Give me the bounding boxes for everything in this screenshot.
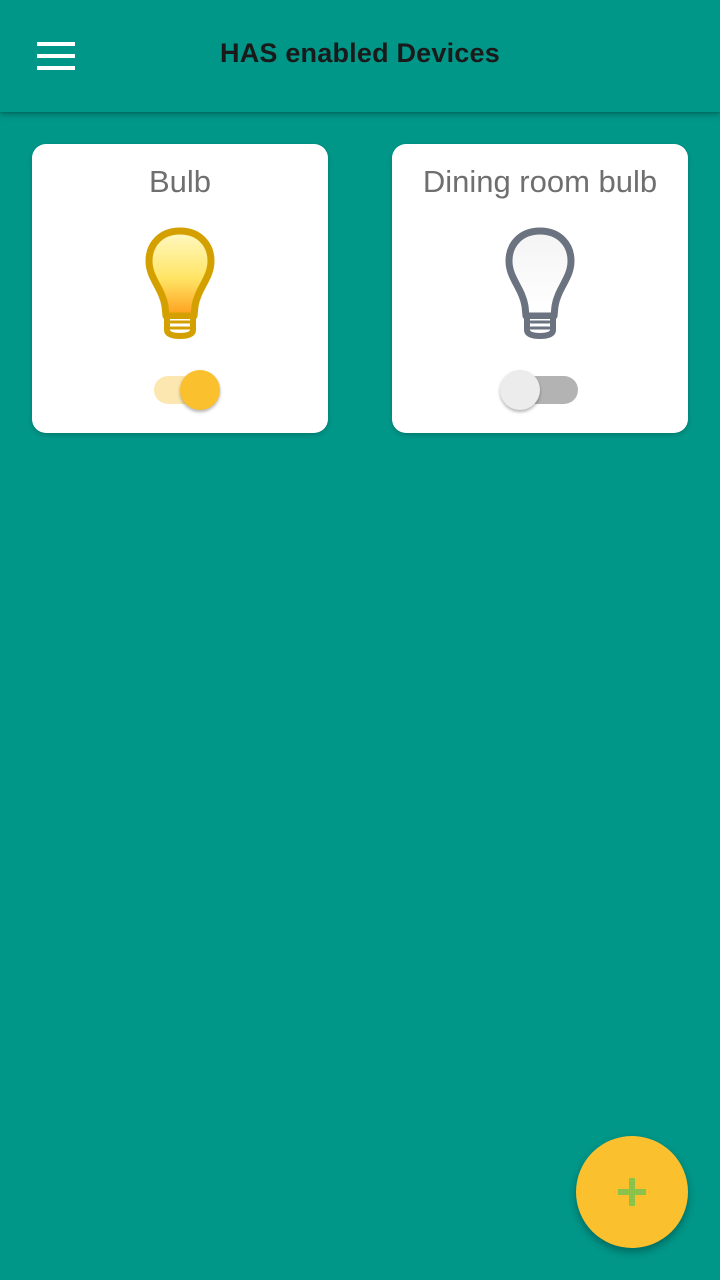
toggle-thumb xyxy=(180,370,220,410)
plus-icon xyxy=(618,1178,646,1206)
lightbulb-off-icon xyxy=(505,227,575,339)
device-name: Bulb xyxy=(148,164,212,199)
toggle-thumb xyxy=(500,370,540,410)
power-toggle-off[interactable] xyxy=(500,370,580,410)
device-card-dining-room-bulb[interactable]: Dining room bulb xyxy=(392,144,688,433)
add-device-button[interactable] xyxy=(576,1136,688,1248)
lightbulb-on-icon xyxy=(145,227,215,339)
device-name: Dining room bulb xyxy=(422,164,658,199)
app-bar: HAS enabled Devices xyxy=(0,0,720,112)
device-card-bulb[interactable]: Bulb xyxy=(32,144,328,433)
page-title: HAS enabled Devices xyxy=(220,38,500,68)
power-toggle-on[interactable] xyxy=(140,370,220,410)
